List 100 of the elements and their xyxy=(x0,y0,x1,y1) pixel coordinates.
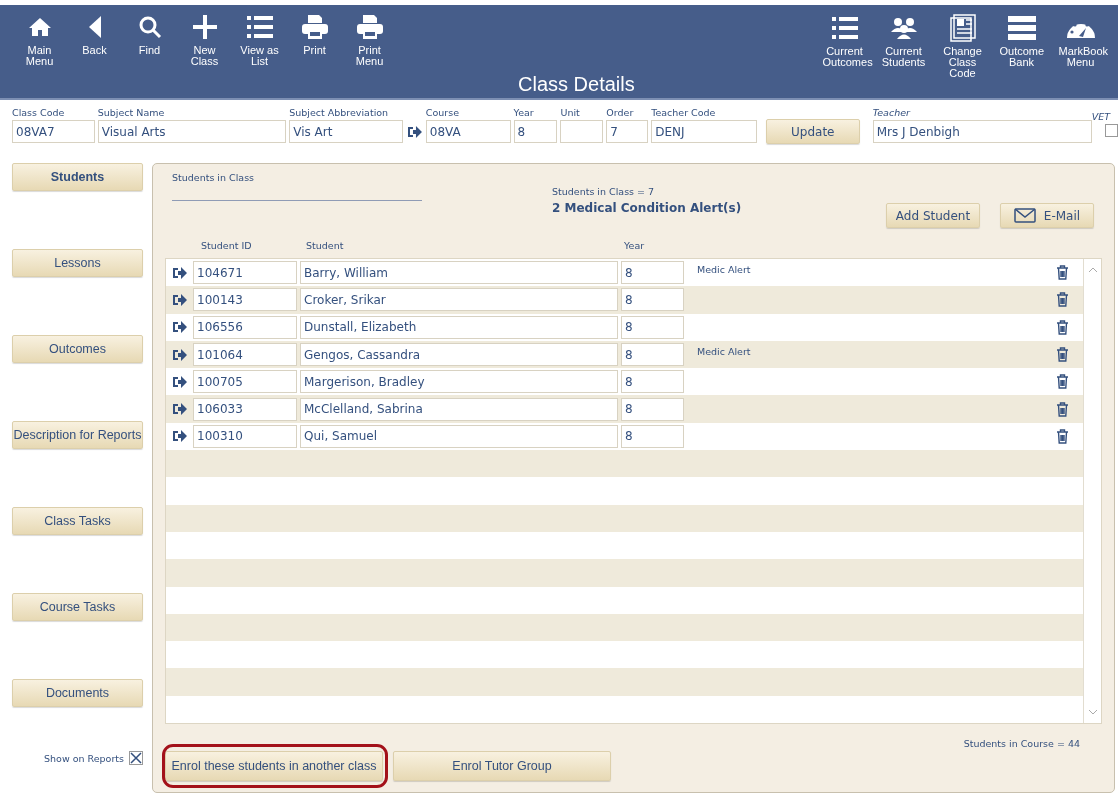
people-icon xyxy=(889,17,918,39)
student-id-field[interactable]: 100143 xyxy=(193,288,297,312)
trash-icon[interactable] xyxy=(1056,401,1069,417)
year-field[interactable]: 8 xyxy=(621,288,684,312)
field-label: Teacher Code xyxy=(651,107,717,120)
go-arrow-icon[interactable] xyxy=(172,402,187,417)
menu-icon xyxy=(1007,16,1036,40)
toolbar-button[interactable]: MarkBook Menu xyxy=(1051,14,1110,98)
student-id-field[interactable]: 106033 xyxy=(193,397,297,421)
student-id-field[interactable]: 100310 xyxy=(193,424,297,448)
go-arrow-icon[interactable] xyxy=(172,292,187,307)
trash-icon[interactable] xyxy=(1056,319,1069,335)
trash-icon[interactable] xyxy=(1056,374,1069,390)
show-on-reports-checkbox[interactable] xyxy=(129,751,143,765)
trash-icon[interactable] xyxy=(1056,428,1069,444)
sidebar-item[interactable]: Course Tasks xyxy=(12,593,143,621)
toolbar-button[interactable]: Current Students xyxy=(874,14,933,98)
student-name-field[interactable]: Margerison, Bradley xyxy=(300,370,618,394)
student-name-field[interactable]: McClelland, Sabrina xyxy=(300,397,618,421)
back-icon xyxy=(87,15,102,39)
plus-icon xyxy=(192,15,217,39)
email-button[interactable]: E-Mail xyxy=(1000,203,1094,228)
add-student-button[interactable]: Add Student xyxy=(886,203,980,228)
student-name-field[interactable]: Dunstall, Elizabeth xyxy=(300,315,618,339)
text-field[interactable]: 08VA xyxy=(425,120,511,143)
go-arrow-icon[interactable] xyxy=(172,429,187,444)
student-id-field[interactable]: 104671 xyxy=(193,261,297,285)
sidebar-item[interactable]: Description for Reports xyxy=(12,421,143,449)
enrol-button[interactable]: Enrol Tutor Group xyxy=(393,751,611,781)
student-id-field[interactable]: 106556 xyxy=(193,315,297,339)
sidebar-item[interactable]: Lessons xyxy=(12,249,143,277)
medic-alert-label: Medic Alert xyxy=(697,345,751,357)
toolbar-button[interactable]: Print Menu xyxy=(342,13,397,98)
toolbar-button[interactable]: Main Menu xyxy=(12,13,67,98)
field-label: Unit xyxy=(560,107,581,120)
year-field[interactable]: 8 xyxy=(621,343,684,367)
year-field[interactable]: 8 xyxy=(621,315,684,339)
home-icon xyxy=(27,17,52,37)
vet-checkbox[interactable] xyxy=(1105,124,1118,137)
text-field[interactable]: Mrs J Denbigh xyxy=(872,120,1092,143)
field-label: Class Code xyxy=(12,107,66,120)
student-name-field[interactable]: Barry, William xyxy=(300,261,618,285)
column-header: Year xyxy=(624,240,645,251)
go-arrow-icon[interactable] xyxy=(172,347,187,362)
field-label: Order xyxy=(606,107,635,120)
medic-alert-label: Medic Alert xyxy=(697,264,751,275)
sidebar-item[interactable]: Class Tasks xyxy=(12,507,143,535)
window-title: Class Details xyxy=(518,73,635,96)
trash-icon[interactable] xyxy=(1056,292,1069,308)
sidebar-item[interactable]: Outcomes xyxy=(12,335,143,363)
go-arrow-icon[interactable] xyxy=(172,374,187,389)
alert-summary: 2 Medical Condition Alert(s) xyxy=(552,201,743,215)
text-field[interactable]: Visual Arts xyxy=(97,120,287,143)
column-header: Student ID xyxy=(201,240,252,251)
text-field[interactable]: 8 xyxy=(513,120,558,143)
year-field[interactable]: 8 xyxy=(621,261,684,285)
go-arrow-icon[interactable] xyxy=(406,125,422,139)
go-arrow-icon[interactable] xyxy=(172,320,187,335)
text-field[interactable] xyxy=(560,120,604,143)
field-label: Year xyxy=(513,107,535,120)
panel-title: Students in Class xyxy=(172,172,256,183)
student-id-field[interactable]: 100705 xyxy=(193,370,297,394)
column-header: Student xyxy=(306,240,344,251)
trash-icon[interactable] xyxy=(1056,347,1069,363)
year-field[interactable]: 8 xyxy=(621,424,684,448)
toolbar-button[interactable]: Current Outcomes xyxy=(815,14,874,98)
toolbar-button[interactable]: Change Class Code xyxy=(933,14,992,98)
text-field[interactable]: DENJ xyxy=(651,120,757,143)
year-field[interactable]: 8 xyxy=(621,397,684,421)
toolbar-button[interactable]: Find xyxy=(122,13,177,98)
enrol-button[interactable]: Enrol these students in another class xyxy=(165,751,383,781)
field-label: VET xyxy=(1091,111,1110,124)
text-field[interactable]: 7 xyxy=(606,120,649,143)
trash-icon[interactable] xyxy=(1056,265,1069,281)
toolbar-button[interactable]: New Class xyxy=(177,13,232,98)
student-name-field[interactable]: Croker, Srikar xyxy=(300,288,618,312)
list-icon xyxy=(246,15,273,39)
field-label: Course xyxy=(425,107,460,120)
checkbox-label: Show on Reports xyxy=(44,752,124,764)
update-button[interactable]: Update xyxy=(765,119,860,144)
field-label: Subject Name xyxy=(97,107,166,120)
year-field[interactable]: 8 xyxy=(621,370,684,394)
toolbar-button[interactable]: Print xyxy=(287,13,342,98)
toolbar-button[interactable]: Outcome Bank xyxy=(992,14,1051,98)
text-field[interactable]: 08VA7 xyxy=(12,120,95,143)
list-icon xyxy=(831,16,858,40)
student-name-field[interactable]: Gengos, Cassandra xyxy=(300,343,618,367)
student-name-field[interactable]: Qui, Samuel xyxy=(300,424,618,448)
class-count: Students in Class = 7 xyxy=(552,186,656,197)
sidebar-item[interactable]: Documents xyxy=(12,679,143,707)
printer-icon xyxy=(356,15,383,39)
toolbar-button[interactable]: Back xyxy=(67,13,122,98)
printer-icon xyxy=(301,15,328,39)
text-field[interactable]: Vis Art xyxy=(289,120,403,143)
student-id-field[interactable]: 101064 xyxy=(193,343,297,367)
envelope-icon xyxy=(1013,208,1036,223)
toolbar-button[interactable]: View as List xyxy=(232,13,287,98)
students-tab[interactable]: Students xyxy=(12,163,143,191)
go-arrow-icon[interactable] xyxy=(172,265,187,280)
field-label: Subject Abbreviation xyxy=(289,107,390,120)
